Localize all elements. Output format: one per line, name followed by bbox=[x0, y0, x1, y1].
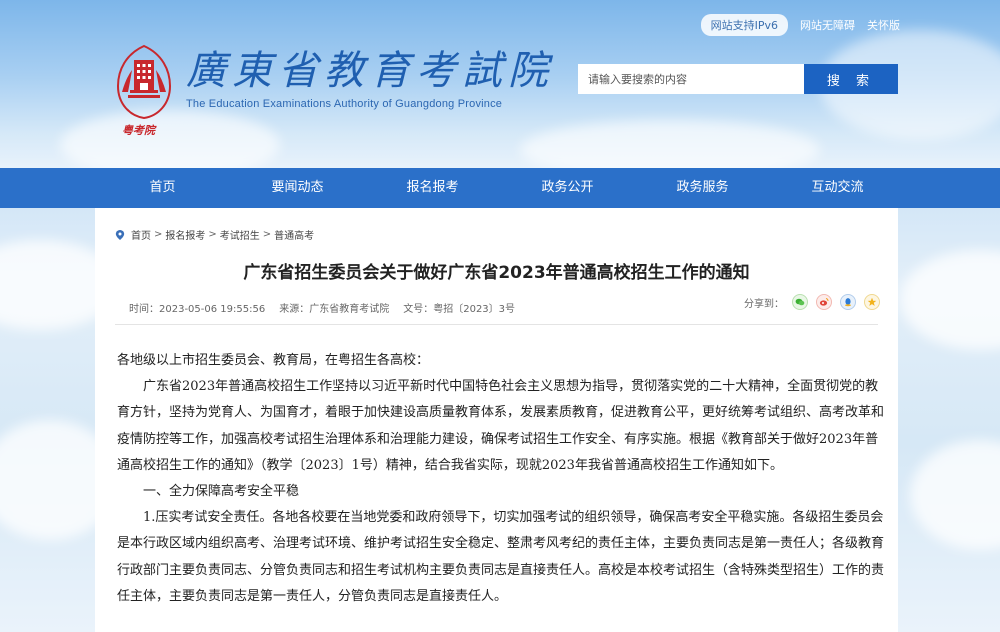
breadcrumb-separator: > bbox=[154, 229, 163, 240]
nav-item-gov-services[interactable]: 政务服务 bbox=[635, 168, 770, 208]
qq-share-icon[interactable] bbox=[840, 294, 856, 310]
nav-item-interaction[interactable]: 互动交流 bbox=[770, 168, 905, 208]
breadcrumb-gaokao[interactable]: 普通高考 bbox=[274, 227, 314, 242]
section-paragraph: 1.压实考试安全责任。各地各校要在当地党委和政府领导下，切实加强考试的组织领导，… bbox=[117, 510, 885, 604]
breadcrumb-registration[interactable]: 报名报考 bbox=[165, 227, 205, 242]
section-heading: 一、全力保障高考安全平稳 bbox=[143, 484, 300, 500]
breadcrumb-separator: > bbox=[262, 229, 272, 240]
site-header: 粤考院 廣東省教育考試院 The Education Examinations … bbox=[0, 0, 1000, 168]
article-card: 首页 > 报名报考 > 考试招生 > 普通高考 广东省招生委员会关于做好广东省2… bbox=[95, 208, 898, 632]
article-body: 各地级以上市招生委员会、教育局，在粤招生各高校： 广东省2023年普通高校招生工… bbox=[117, 348, 887, 610]
accessibility-link[interactable]: 网站无障碍 bbox=[800, 17, 855, 33]
seal-caption: 粤考院 bbox=[122, 124, 155, 137]
institute-seal-logo[interactable] bbox=[112, 44, 176, 120]
breadcrumb-admissions[interactable]: 考试招生 bbox=[220, 227, 260, 242]
weibo-share-icon[interactable] bbox=[816, 294, 832, 310]
elderly-mode-link[interactable]: 关怀版 bbox=[867, 17, 900, 33]
meta-divider bbox=[115, 324, 878, 325]
nav-item-news[interactable]: 要闻动态 bbox=[230, 168, 365, 208]
salutation: 各地级以上市招生委员会、教育局，在粤招生各高校： bbox=[117, 353, 430, 368]
article-meta: 时间：2023-05-06 19:55:56 来源：广东省教育考试院 文号：粤招… bbox=[129, 300, 515, 315]
nav-item-registration[interactable]: 报名报考 bbox=[365, 168, 500, 208]
location-pin-icon bbox=[115, 229, 125, 240]
share-bar: 分享到： bbox=[744, 294, 880, 310]
ipv6-badge: 网站支持IPv6 bbox=[700, 14, 788, 36]
main-nav: 首页 要闻动态 报名报考 政务公开 政务服务 互动交流 bbox=[0, 168, 1000, 208]
document-number: 文号：粤招〔2023〕3号 bbox=[403, 304, 516, 315]
qzone-share-icon[interactable] bbox=[864, 294, 880, 310]
top-utility-links: 网站支持IPv6 网站无障碍 关怀版 bbox=[700, 14, 900, 36]
search-button[interactable]: 搜 索 bbox=[804, 64, 898, 94]
wechat-share-icon[interactable] bbox=[792, 294, 808, 310]
nav-item-home[interactable]: 首页 bbox=[95, 168, 230, 208]
article-source: 来源：广东省教育考试院 bbox=[279, 304, 390, 315]
intro-paragraph: 广东省2023年普通高校招生工作坚持以习近平新时代中国特色社会主义思想为指导，贯… bbox=[117, 379, 885, 473]
search-input[interactable]: 请输入要搜索的内容 bbox=[578, 64, 804, 94]
article-title: 广东省招生委员会关于做好广东省2023年普通高校招生工作的通知 bbox=[243, 263, 750, 283]
breadcrumb: 首页 > 报名报考 > 考试招生 > 普通高考 bbox=[115, 227, 314, 242]
site-logo-text[interactable]: 廣東省教育考試院 The Education Examinations Auth… bbox=[186, 46, 554, 110]
breadcrumb-home[interactable]: 首页 bbox=[131, 227, 151, 242]
publish-time: 时间：2023-05-06 19:55:56 bbox=[129, 304, 266, 315]
breadcrumb-separator: > bbox=[208, 229, 217, 240]
logo-chinese-name: 廣東省教育考試院 bbox=[186, 48, 554, 94]
share-label: 分享到： bbox=[744, 298, 784, 310]
logo-english-name: The Education Examinations Authority of … bbox=[186, 98, 503, 110]
nav-item-gov-affairs[interactable]: 政务公开 bbox=[500, 168, 635, 208]
